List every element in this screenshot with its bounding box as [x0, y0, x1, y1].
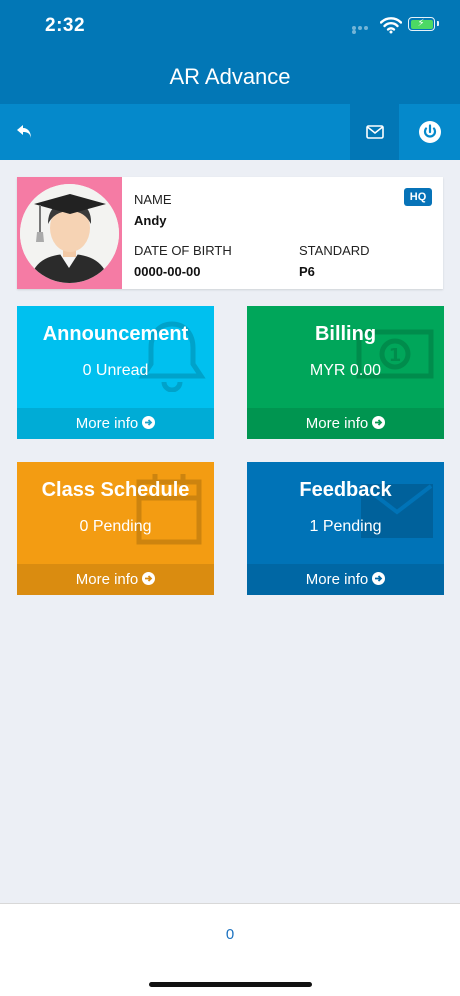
- standard-label: STANDARD: [299, 243, 370, 258]
- tile-title: Feedback: [299, 479, 392, 501]
- avatar: [20, 184, 119, 283]
- hq-badge: HQ: [404, 188, 432, 206]
- class-schedule-tile[interactable]: Class Schedule 0 Pending More info: [17, 462, 214, 595]
- feedback-tile[interactable]: Feedback 1 Pending More info: [247, 462, 444, 595]
- logout-button[interactable]: [399, 104, 460, 160]
- graduate-avatar-icon: [20, 184, 119, 283]
- more-info-label: More info: [75, 415, 139, 432]
- more-info-label: More info: [75, 571, 139, 588]
- student-profile-card[interactable]: NAME Andy DATE OF BIRTH 0000-00-00 STAND…: [17, 177, 443, 289]
- tile-subtitle: 0 Unread: [82, 362, 149, 379]
- tile-title: Announcement: [42, 323, 189, 345]
- more-info-label: More info: [305, 571, 369, 588]
- bottom-tab-bar: 0: [0, 903, 460, 996]
- dob-value: 0000-00-00: [134, 264, 201, 279]
- announcement-tile[interactable]: Announcement 0 Unread More info: [17, 306, 214, 439]
- student-name: Andy: [134, 213, 167, 228]
- announcement-more-info-link[interactable]: More info: [17, 408, 214, 439]
- arrow-circle-right-icon: [372, 416, 386, 429]
- billing-more-info-link[interactable]: More info: [247, 408, 444, 439]
- notification-count[interactable]: 0: [0, 926, 460, 943]
- power-icon: [418, 121, 441, 143]
- cellular-signal-icon: [352, 26, 374, 34]
- tile-subtitle: MYR 0.00: [309, 362, 382, 379]
- arrow-circle-right-icon: [142, 572, 156, 585]
- tile-subtitle: 0 Pending: [79, 518, 152, 535]
- toolbar: [0, 104, 460, 160]
- back-button[interactable]: [8, 116, 42, 148]
- tile-title: Class Schedule: [41, 479, 190, 501]
- status-time: 2:32: [45, 15, 86, 36]
- tile-subtitle: 1 Pending: [309, 518, 382, 535]
- arrow-circle-right-icon: [142, 416, 156, 429]
- status-bar: 2:32 ⚡: [0, 0, 460, 50]
- avatar-frame: [17, 177, 122, 289]
- wifi-icon: [379, 16, 403, 34]
- messages-button[interactable]: [350, 104, 399, 160]
- standard-value: P6: [299, 264, 315, 279]
- feedback-more-info-link[interactable]: More info: [247, 564, 444, 595]
- battery-icon: ⚡: [408, 17, 439, 31]
- arrow-circle-right-icon: [372, 572, 386, 585]
- app-header: 2:32 ⚡ AR Advance: [0, 0, 460, 104]
- name-label: NAME: [134, 192, 172, 207]
- billing-tile[interactable]: 1 Billing MYR 0.00 More info: [247, 306, 444, 439]
- envelope-icon: [365, 125, 384, 139]
- class-schedule-more-info-link[interactable]: More info: [17, 564, 214, 595]
- home-indicator[interactable]: [149, 982, 312, 987]
- dob-label: DATE OF BIRTH: [134, 243, 232, 258]
- app-title: AR Advance: [169, 64, 291, 89]
- reply-arrow-icon: [17, 125, 31, 138]
- more-info-label: More info: [305, 415, 369, 432]
- tile-title: Billing: [314, 323, 377, 345]
